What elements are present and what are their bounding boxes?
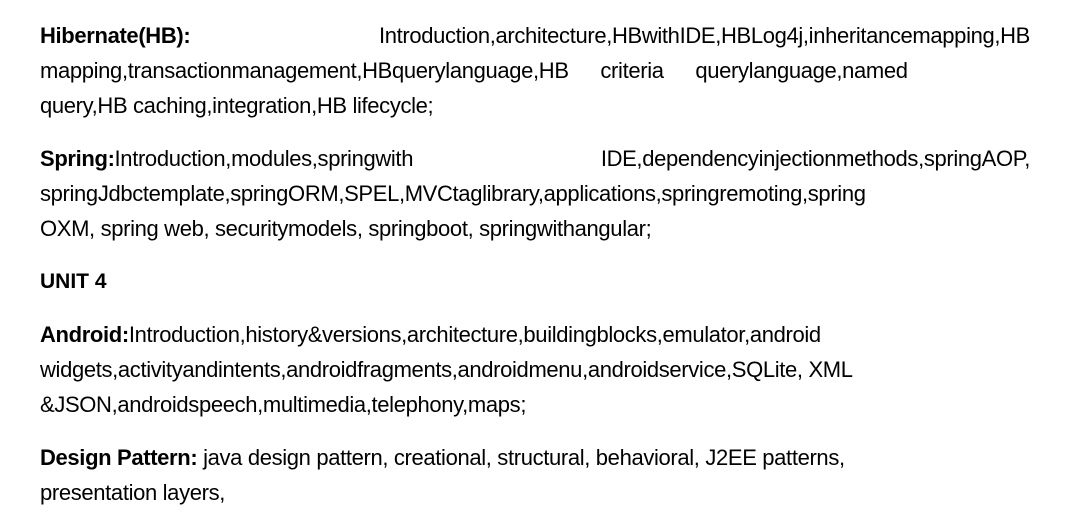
- unit-heading: UNIT 4: [40, 270, 107, 293]
- unit-heading-block: UNIT 4: [40, 264, 1030, 299]
- hibernate-text-3: query,HB caching,integration,HB lifecycl…: [40, 93, 434, 118]
- spring-section: Spring:Introduction,modules,springwith I…: [40, 141, 1030, 246]
- spring-line-1: Spring:Introduction,modules,springwith I…: [40, 141, 1030, 176]
- android-text-1: Introduction,history&versions,architectu…: [128, 322, 821, 347]
- android-term: Android:: [40, 322, 129, 347]
- design-pattern-text-2: presentation layers,: [40, 480, 225, 505]
- syllabus-document: Hibernate(HB): Introduction,architecture…: [40, 18, 1030, 510]
- android-line-3: &JSON,androidspeech,multimedia,telephony…: [40, 387, 1030, 422]
- hibernate-line-1: Hibernate(HB): Introduction,architecture…: [40, 18, 1030, 53]
- spring-line-1-left: Spring:Introduction,modules,springwith: [40, 141, 413, 176]
- android-section: Android:Introduction,history&versions,ar…: [40, 317, 1030, 422]
- spring-line-2: springJdbctemplate,springORM,SPEL,MVCtag…: [40, 176, 1030, 211]
- hibernate-section: Hibernate(HB): Introduction,architecture…: [40, 18, 1030, 123]
- hibernate-text-2: mapping,transactionmanagement,HBquerylan…: [40, 58, 908, 83]
- spring-term: Spring:: [40, 146, 115, 171]
- hibernate-text-1: Introduction,architecture,HBwithIDE,HBLo…: [378, 23, 1030, 48]
- android-line-1: Android:Introduction,history&versions,ar…: [40, 317, 1030, 352]
- spring-line-3: OXM, spring web, securitymodels, springb…: [40, 211, 1030, 246]
- spring-text-1b: IDE,dependencyinjectionmethods,springAOP…: [600, 146, 1031, 171]
- hibernate-line-2: mapping,transactionmanagement,HBquerylan…: [40, 53, 1030, 88]
- android-text-3: &JSON,androidspeech,multimedia,telephony…: [40, 392, 527, 417]
- android-text-2: widgets,activityandintents,androidfragme…: [40, 357, 853, 382]
- spring-text-2: springJdbctemplate,springORM,SPEL,MVCtag…: [40, 181, 866, 206]
- design-pattern-line-2: presentation layers,: [40, 475, 1030, 510]
- android-line-2: widgets,activityandintents,androidfragme…: [40, 352, 1030, 387]
- design-pattern-term: Design Pattern:: [40, 445, 198, 470]
- hibernate-line-3: query,HB caching,integration,HB lifecycl…: [40, 88, 1030, 123]
- spring-text-1a: Introduction,modules,springwith: [114, 146, 414, 171]
- design-pattern-line-1: Design Pattern: java design pattern, cre…: [40, 440, 1030, 475]
- hibernate-term: Hibernate(HB):: [40, 23, 191, 48]
- spring-text-3: OXM, spring web, securitymodels, springb…: [40, 216, 652, 241]
- design-pattern-text-1: java design pattern, creational, structu…: [197, 445, 845, 470]
- design-pattern-section: Design Pattern: java design pattern, cre…: [40, 440, 1030, 510]
